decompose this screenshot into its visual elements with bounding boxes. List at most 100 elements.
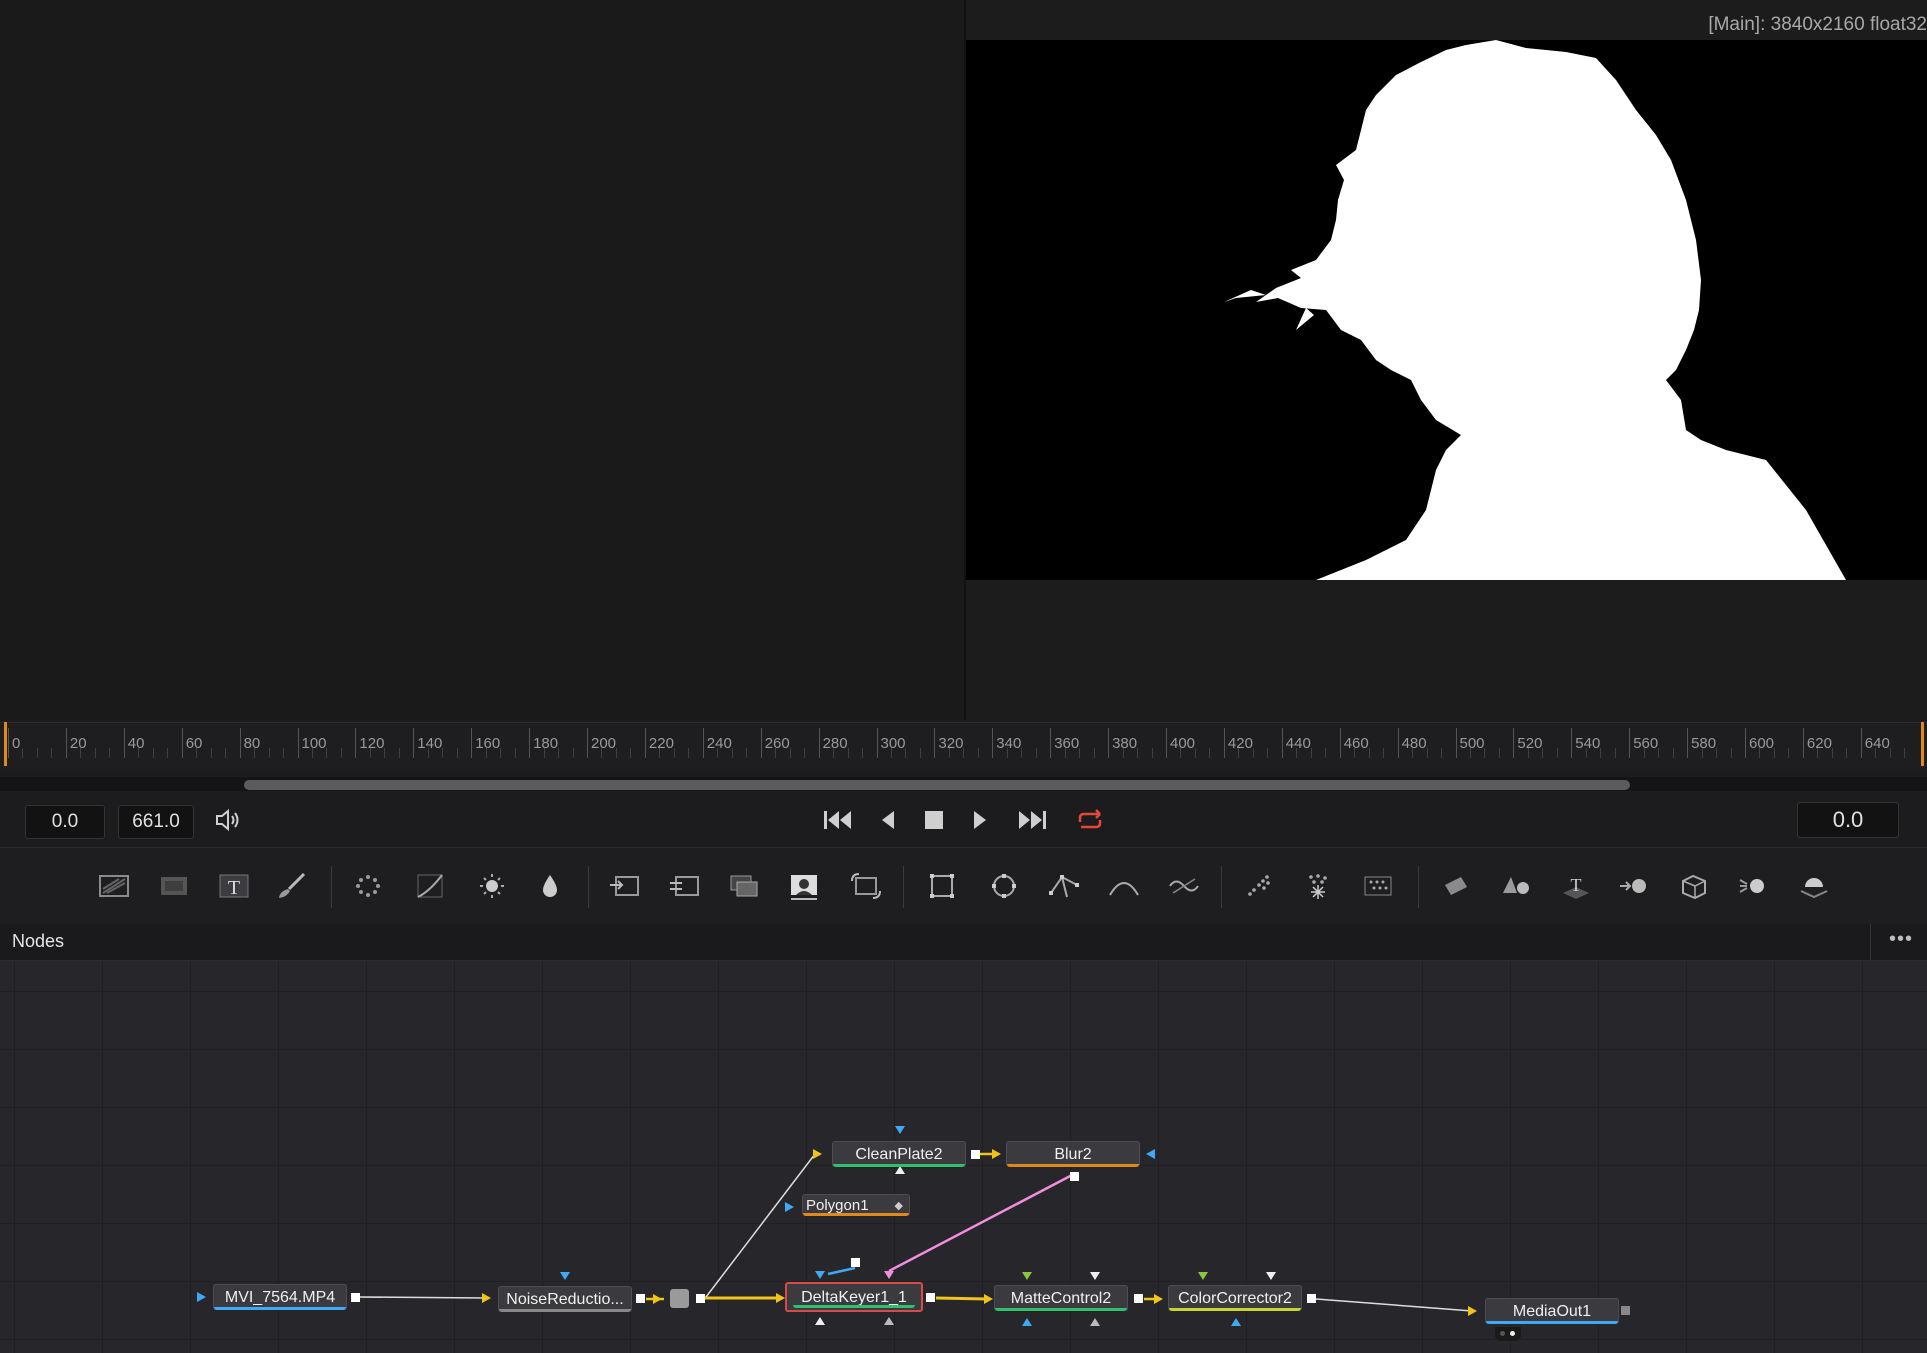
color-curves-tool-icon[interactable] <box>408 868 452 904</box>
ruler-tick-label: 540 <box>1575 735 1601 752</box>
ruler-minor-tick <box>1194 748 1196 758</box>
node-mvi-7564-label: MVI_7564.MP4 <box>224 1289 336 1306</box>
fast-noise-tool-icon[interactable] <box>152 868 196 904</box>
ruler-tick <box>355 728 357 758</box>
timeline-scrollbar-thumb[interactable] <box>244 780 1630 790</box>
ruler-minor-tick <box>1759 748 1761 758</box>
node-mediaout1[interactable]: MediaOut1 <box>1485 1298 1619 1324</box>
ruler-tick <box>1860 728 1862 758</box>
particle-grid-tool-icon[interactable] <box>1356 868 1400 904</box>
go-to-end-icon[interactable] <box>1012 803 1052 837</box>
matte-control-tool-icon[interactable] <box>722 868 766 904</box>
node-mediaout1-label: MediaOut1 <box>1512 1303 1592 1320</box>
ruler-tick <box>760 728 762 758</box>
ruler-minor-tick <box>572 748 574 758</box>
audio-icon[interactable] <box>208 803 248 837</box>
image-plane-3d-tool-icon[interactable] <box>1434 868 1478 904</box>
node-colorcorrector2-label: ColorCorrector2 <box>1178 1290 1292 1307</box>
ruler-minor-tick <box>1469 748 1471 758</box>
ruler-minor-tick <box>630 748 632 758</box>
background-tool-icon[interactable] <box>92 868 136 904</box>
nodes-header-divider <box>1870 924 1871 960</box>
magic-wand-mask-tool-icon[interactable] <box>1162 868 1206 904</box>
particle-render-tool-icon[interactable] <box>1296 868 1340 904</box>
ruler-minor-tick <box>326 748 328 758</box>
particles-tool-icon[interactable] <box>346 868 390 904</box>
play-reverse-icon[interactable] <box>868 803 908 837</box>
ruler-tick-label: 0 <box>12 735 21 752</box>
ruler-tick <box>1455 728 1457 758</box>
channel-booleans-tool-icon[interactable] <box>662 868 706 904</box>
node-polygon1[interactable]: Polygon1 ◆ <box>802 1194 910 1216</box>
merge-3d-tool-icon[interactable] <box>1612 868 1656 904</box>
ruler-tick <box>529 728 531 758</box>
ruler-tick-label: 260 <box>764 735 790 752</box>
playhead[interactable] <box>4 722 7 766</box>
node-noise-reduction[interactable]: NoiseReductio... <box>498 1286 632 1312</box>
ellipse-mask-tool-icon[interactable] <box>982 868 1026 904</box>
ruler-tick-label: 360 <box>1054 735 1080 752</box>
node-blur2-label: Blur2 <box>1054 1146 1092 1163</box>
ruler-tick-label: 40 <box>127 735 145 752</box>
view-indicator-dots[interactable] <box>1495 1327 1521 1341</box>
particle-emitter-tool-icon[interactable] <box>1236 868 1280 904</box>
end-time-field[interactable]: 661.0 <box>118 805 194 839</box>
ruler-minor-tick <box>789 748 791 758</box>
camera-3d-tool-icon[interactable] <box>1672 868 1716 904</box>
viewer-info-label: [Main]: 3840x2160 float32 <box>1708 14 1927 35</box>
node-mvi-7564[interactable]: MVI_7564.MP4 <box>213 1284 347 1310</box>
current-time-field[interactable]: 0.0 <box>1797 802 1899 838</box>
node-mattecontrol2[interactable]: MatteControl2 <box>994 1285 1128 1311</box>
ruler-minor-tick <box>1817 748 1819 758</box>
node-colorcorrector2[interactable]: ColorCorrector2 <box>1168 1285 1302 1311</box>
ruler-minor-tick <box>1310 748 1312 758</box>
right-viewer[interactable]: [Main]: 3840x2160 float32 <box>966 0 1927 720</box>
play-icon[interactable] <box>960 803 1000 837</box>
ruler-minor-tick <box>1730 748 1732 758</box>
ruler-minor-tick <box>36 748 38 758</box>
start-time-field[interactable]: 0.0 <box>25 805 105 839</box>
ruler-minor-tick <box>601 748 603 758</box>
color-corrector-tool-icon[interactable] <box>528 868 572 904</box>
ruler-minor-tick <box>152 748 154 758</box>
loop-icon[interactable] <box>1070 803 1110 837</box>
node-blur2[interactable]: Blur2 <box>1006 1141 1140 1167</box>
ruler-minor-tick <box>1556 748 1558 758</box>
merge-tool-icon[interactable] <box>602 868 646 904</box>
node-deltakeyer1-1[interactable]: DeltaKeyer1_1 <box>785 1282 923 1312</box>
node-cleanplate2[interactable]: CleanPlate2 <box>832 1141 966 1167</box>
paint-tool-icon[interactable] <box>270 868 314 904</box>
go-to-start-icon[interactable] <box>818 803 858 837</box>
ruler-tick-label: 340 <box>996 735 1022 752</box>
renderer-3d-tool-icon[interactable] <box>1792 868 1836 904</box>
ruler-tick-label: 20 <box>69 735 87 752</box>
ruler-minor-tick <box>167 748 169 758</box>
text-tool-icon[interactable]: T <box>212 868 256 904</box>
spotlight-3d-tool-icon[interactable] <box>1732 868 1776 904</box>
rectangle-mask-tool-icon[interactable] <box>920 868 964 904</box>
nodes-options-menu[interactable]: ••• <box>1889 928 1913 951</box>
transform-tool-icon[interactable] <box>844 868 888 904</box>
ruler-minor-tick <box>1021 748 1023 758</box>
shape-3d-tool-icon[interactable] <box>1494 868 1538 904</box>
bspline-mask-tool-icon[interactable] <box>1102 868 1146 904</box>
ruler-tick <box>1339 728 1341 758</box>
text-3d-tool-icon[interactable]: T <box>1554 868 1598 904</box>
delta-keyer-tool-icon[interactable] <box>782 868 826 904</box>
ruler-minor-tick <box>1658 748 1660 758</box>
ruler-minor-tick <box>80 748 82 758</box>
left-viewer[interactable] <box>0 0 964 720</box>
timeline-ruler[interactable]: 0 20 40 60 80 100 120 140 160 180 200 220 240 260 280 3… <box>0 722 1927 769</box>
stop-icon[interactable] <box>914 803 954 837</box>
node-graph[interactable]: MVI_7564.MP4 NoiseReductio... CleanPlate… <box>0 961 1927 1353</box>
polygon-mask-tool-icon[interactable] <box>1042 868 1086 904</box>
ruler-minor-tick <box>1209 748 1211 758</box>
ruler-minor-tick <box>659 748 661 758</box>
node-polygon1-label: Polygon1 <box>806 1197 869 1214</box>
brightness-contrast-tool-icon[interactable] <box>470 868 514 904</box>
ruler-tick-label: 160 <box>475 735 501 752</box>
end-marker[interactable] <box>1921 722 1924 766</box>
ruler-minor-tick <box>22 748 24 758</box>
ruler-minor-tick <box>1672 748 1674 758</box>
ruler-minor-tick <box>1151 748 1153 758</box>
